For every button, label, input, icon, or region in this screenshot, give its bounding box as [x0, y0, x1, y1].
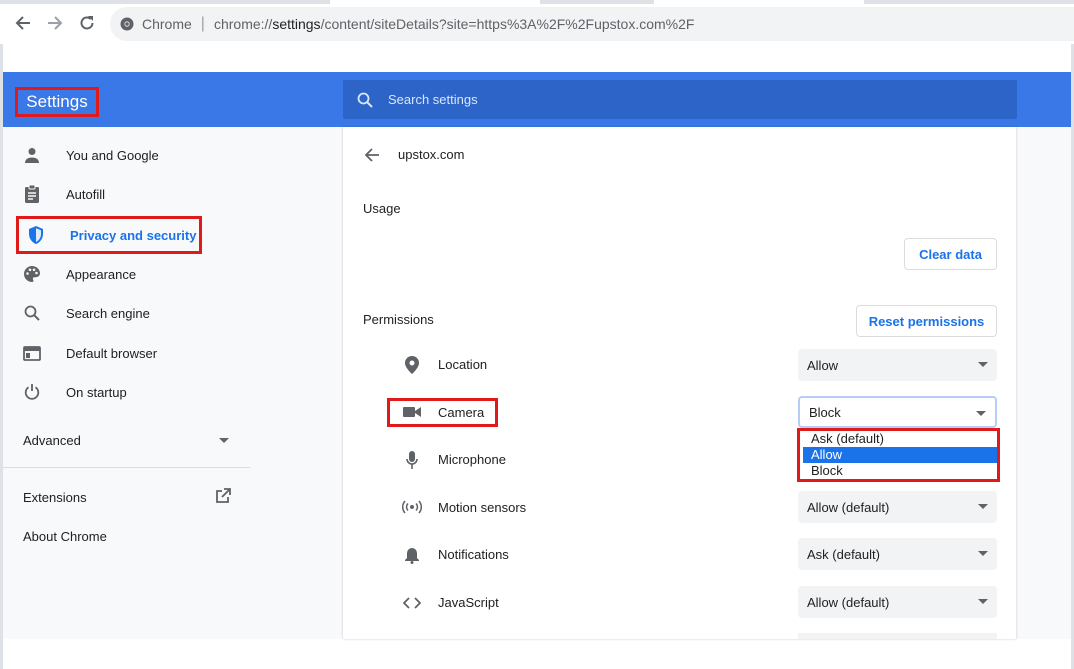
- motion-sensors-select[interactable]: Allow (default): [798, 491, 997, 523]
- page-title: Settings: [15, 87, 99, 117]
- chevron-down-icon: [978, 551, 988, 556]
- sidebar-item-label: Search engine: [66, 305, 150, 321]
- sidebar-item-label: Autofill: [66, 186, 106, 202]
- javascript-select[interactable]: Allow (default): [798, 586, 997, 618]
- permission-label-location: Location: [438, 357, 488, 372]
- next-permission-select[interactable]: [798, 633, 997, 639]
- shield-icon: [26, 225, 46, 245]
- tab-strip-gap: [330, 0, 540, 4]
- toolbar: Chrome | chrome://settings/content/siteD…: [0, 0, 1074, 44]
- sidebar-advanced-toggle[interactable]: Advanced: [23, 433, 235, 449]
- back-button[interactable]: [10, 10, 36, 36]
- notifications-value: Ask (default): [807, 546, 880, 562]
- clear-data-button[interactable]: Clear data: [904, 238, 997, 270]
- settings-header: Settings: [3, 72, 1071, 127]
- usage-heading: Usage: [363, 201, 401, 216]
- sidebar-item-label: Appearance: [66, 266, 137, 282]
- chrome-logo-icon: [120, 17, 134, 31]
- arrow-left-icon: [15, 16, 30, 30]
- power-icon: [22, 382, 42, 402]
- forward-button[interactable]: [42, 10, 68, 36]
- extensions-label: Extensions: [23, 490, 87, 505]
- reset-permissions-button[interactable]: Reset permissions: [856, 305, 997, 337]
- tab-strip-gap: [654, 0, 864, 4]
- chrome-label: Chrome: [142, 16, 192, 32]
- chrome-settings-page: Chrome | chrome://settings/content/siteD…: [0, 0, 1074, 669]
- url-scheme: chrome://: [213, 16, 273, 32]
- person-icon: [22, 145, 42, 165]
- advanced-label: Advanced: [23, 433, 81, 448]
- arrow-right-icon: [48, 16, 63, 30]
- palette-icon: [22, 264, 42, 284]
- back-arrow-button[interactable]: [362, 145, 382, 165]
- code-icon: [402, 593, 422, 613]
- dropdown-option-ask[interactable]: Ask (default): [803, 431, 997, 447]
- sidebar-item-label: Default browser: [66, 345, 158, 361]
- camera-dropdown-menu[interactable]: Ask (default) Allow Block: [797, 428, 1000, 482]
- chevron-down-icon: [978, 599, 988, 604]
- sidebar-item-autofill[interactable]: Autofill: [12, 175, 202, 213]
- browser-icon: [22, 343, 42, 363]
- location-select[interactable]: Allow: [798, 349, 997, 381]
- permissions-heading: Permissions: [363, 312, 434, 327]
- chevron-down-icon: [978, 362, 988, 367]
- address-bar[interactable]: Chrome | chrome://settings/content/siteD…: [110, 7, 1074, 41]
- url-host: settings: [272, 16, 321, 32]
- sidebar-item-privacy-and-security[interactable]: Privacy and security: [16, 216, 202, 254]
- permission-label-motion-sensors: Motion sensors: [438, 500, 527, 515]
- notifications-select[interactable]: Ask (default): [798, 538, 997, 570]
- chevron-down-icon: [978, 504, 988, 509]
- sidebar-item-about-chrome[interactable]: About Chrome: [23, 529, 107, 544]
- permission-label-notifications: Notifications: [438, 547, 509, 562]
- clipboard-icon: [22, 184, 42, 204]
- camera-value: Block: [809, 404, 841, 420]
- permission-label-camera: Camera: [438, 405, 485, 420]
- sidebar-item-label: You and Google: [66, 147, 159, 163]
- sidebar-divider: [3, 467, 250, 468]
- sidebar-item-extensions[interactable]: Extensions: [23, 488, 235, 508]
- dropdown-option-block[interactable]: Block: [803, 463, 997, 479]
- bell-icon: [402, 545, 422, 565]
- sidebar-item-appearance[interactable]: Appearance: [12, 255, 202, 293]
- reload-icon: [80, 16, 94, 30]
- javascript-value: Allow (default): [807, 594, 890, 610]
- sidebar-item-search-engine[interactable]: Search engine: [12, 294, 202, 332]
- reload-button[interactable]: [74, 10, 100, 36]
- chevron-down-icon: [976, 411, 986, 416]
- sidebar-item-you-and-google[interactable]: You and Google: [12, 136, 202, 174]
- external-link-icon: [216, 488, 231, 503]
- sidebar-item-on-startup[interactable]: On startup: [12, 373, 202, 411]
- search-box[interactable]: [343, 80, 1017, 119]
- permission-label-microphone: Microphone: [438, 452, 506, 467]
- about-chrome-label: About Chrome: [23, 529, 107, 544]
- sidebar-item-label: Privacy and security: [70, 227, 197, 243]
- location-pin-icon: [402, 355, 422, 375]
- search-icon: [22, 303, 42, 323]
- search-icon: [357, 91, 375, 109]
- address-separator: |: [200, 15, 205, 32]
- dropdown-option-allow[interactable]: Allow: [803, 447, 997, 463]
- permission-label-javascript: JavaScript: [438, 595, 499, 610]
- arrow-left-icon: [364, 148, 379, 162]
- chevron-down-icon: [219, 438, 229, 443]
- motion-sensors-icon: [402, 497, 422, 517]
- camera-icon: [402, 402, 422, 422]
- microphone-icon: [402, 450, 422, 470]
- motion-sensors-value: Allow (default): [807, 499, 890, 515]
- url-path: /content/siteDetails?site=https%3A%2F%2F…: [320, 16, 695, 32]
- site-title: upstox.com: [398, 147, 465, 162]
- search-input[interactable]: [388, 92, 948, 107]
- location-value: Allow: [807, 357, 839, 373]
- sidebar-item-default-browser[interactable]: Default browser: [12, 334, 202, 372]
- camera-select[interactable]: Block: [798, 396, 997, 428]
- sidebar-item-label: On startup: [66, 384, 127, 400]
